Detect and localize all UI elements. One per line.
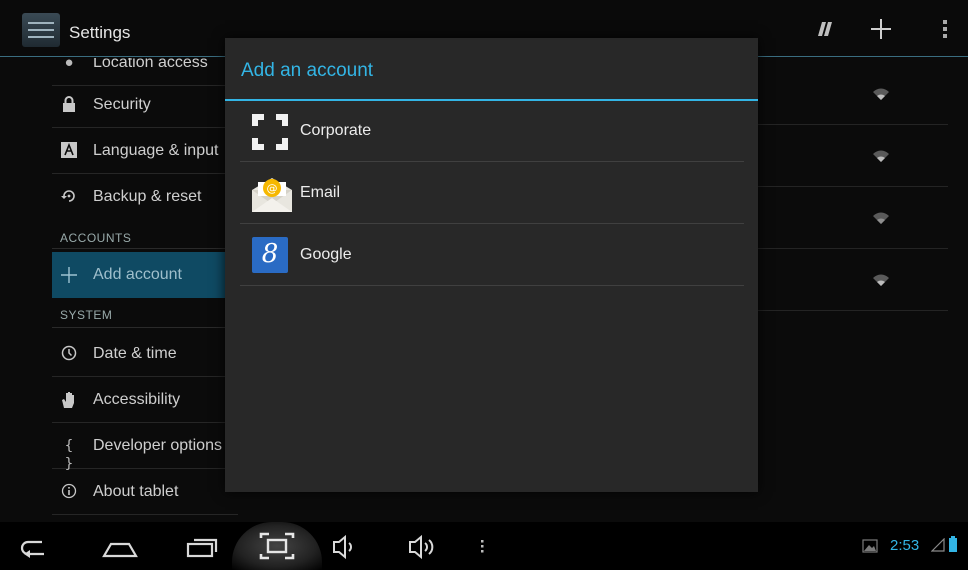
settings-app-icon[interactable] [22, 13, 60, 47]
account-option-label: Email [300, 184, 341, 201]
add-account-dialog: Add an account Corporate @ Email 8 Googl… [225, 38, 758, 492]
back-icon[interactable] [10, 528, 58, 564]
clock-icon [60, 345, 78, 363]
settings-item-label: Language & input [93, 142, 219, 159]
recent-apps-icon[interactable] [178, 528, 226, 564]
settings-item-language[interactable]: Language & input [52, 128, 238, 174]
settings-item-label: Location access [93, 58, 208, 71]
account-option-corporate[interactable]: Corporate [240, 100, 744, 162]
wifi-icon [873, 212, 889, 224]
signal-icon [930, 537, 945, 557]
email-icon: @ [250, 174, 292, 214]
list-item[interactable] [758, 187, 948, 249]
sync-icon[interactable] [808, 14, 838, 44]
settings-item-label: Developer options [93, 437, 222, 454]
volume-up-icon[interactable] [400, 528, 448, 564]
plus-icon [60, 266, 78, 284]
account-option-email[interactable]: @ Email [240, 162, 744, 224]
system-header: SYSTEM [60, 308, 113, 322]
list-item[interactable] [758, 249, 948, 311]
wifi-icon [873, 274, 889, 286]
info-icon [60, 483, 78, 501]
settings-item-label: Backup & reset [93, 188, 202, 205]
svg-text:@: @ [267, 182, 278, 195]
overflow-menu-icon[interactable] [930, 14, 960, 44]
gallery-notification-icon[interactable] [862, 539, 878, 558]
menu-icon[interactable] [458, 528, 506, 564]
accounts-header: ACCOUNTS [60, 231, 132, 245]
page-title: Settings [69, 23, 131, 42]
accounts-header-divider [52, 248, 238, 249]
account-option-label: Google [300, 246, 352, 263]
settings-item-developer[interactable]: { } Developer options [52, 423, 238, 472]
screenshot-icon[interactable] [253, 528, 301, 564]
google-icon-glyph: 8 [261, 239, 279, 269]
lock-icon [60, 96, 78, 114]
account-option-label: Corporate [300, 122, 372, 139]
settings-item-security[interactable]: Security [52, 82, 238, 128]
volume-down-icon[interactable] [320, 528, 368, 564]
settings-item-accessibility[interactable]: Accessibility [52, 377, 238, 423]
settings-list: ● Location access Security Language & in… [0, 58, 238, 522]
keyboard-icon [60, 142, 78, 160]
settings-item-label: Accessibility [93, 391, 181, 408]
settings-item-label: Security [93, 96, 151, 113]
system-header-divider [52, 327, 238, 328]
wifi-icon [873, 150, 889, 162]
settings-item-label: About tablet [93, 483, 179, 500]
settings-item-label: Date & time [93, 345, 177, 362]
battery-icon [948, 536, 958, 557]
status-clock: 2:53 [890, 537, 920, 554]
corporate-icon [250, 112, 290, 152]
account-option-google[interactable]: 8 Google [240, 224, 744, 286]
home-icon[interactable] [96, 528, 144, 564]
settings-item-label: Add account [93, 266, 182, 283]
list-item[interactable] [758, 63, 948, 125]
location-icon: ● [64, 58, 74, 71]
add-icon[interactable] [866, 14, 896, 44]
settings-item-backup[interactable]: Backup & reset [52, 174, 238, 220]
google-icon: 8 [252, 237, 288, 273]
settings-item-add-account[interactable]: Add account [52, 252, 238, 298]
braces-icon: { } [64, 438, 74, 472]
system-nav-bar: 2:53 [0, 522, 968, 570]
hand-icon [60, 391, 78, 409]
dialog-title: Add an account [241, 60, 374, 81]
settings-item-about[interactable]: About tablet [52, 469, 238, 515]
settings-item-date-time[interactable]: Date & time [52, 331, 238, 377]
backup-icon [60, 188, 78, 206]
list-item[interactable] [758, 125, 948, 187]
wifi-icon [873, 88, 889, 100]
